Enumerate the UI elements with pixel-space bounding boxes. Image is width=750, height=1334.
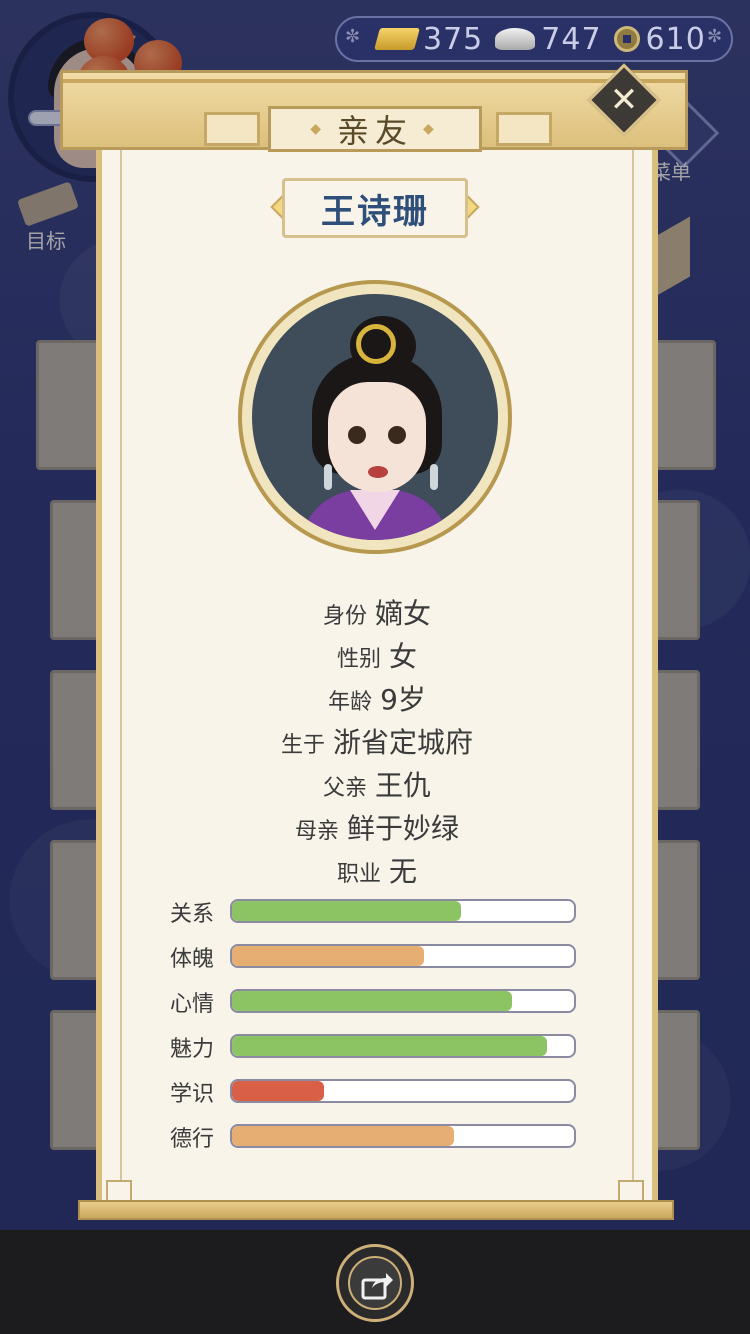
character-portrait: [238, 280, 512, 554]
info-identity: 身份 嫡女: [120, 592, 634, 632]
stat-virtue: 德行: [170, 1124, 580, 1152]
stat-mood: 心情: [170, 989, 580, 1017]
bamboo-icon: ✼: [345, 26, 362, 47]
portrait-background: [252, 294, 498, 540]
stat-physique: 体魄: [170, 944, 580, 972]
share-icon: [348, 1256, 402, 1310]
hairpin-icon: [356, 324, 396, 364]
dialog-title: ◆ 亲友 ◆: [268, 106, 482, 152]
dialog-title-text: 亲友: [336, 112, 413, 150]
gold-counter: 375: [374, 21, 484, 57]
info-key: 年龄: [328, 690, 373, 715]
title-ornament: ◆: [423, 121, 440, 137]
silver-counter: 747: [495, 22, 601, 57]
bamboo-icon: ✼: [707, 26, 724, 47]
silver-value: 747: [541, 21, 602, 57]
info-value: 女: [389, 640, 418, 673]
silver-ingot-icon: [495, 28, 536, 50]
info-key: 性别: [336, 647, 381, 672]
stat-label: 魅力: [170, 1037, 215, 1062]
portrait-eye: [388, 426, 406, 444]
info-birthplace: 生于 浙省定城府: [120, 721, 634, 761]
stat-relationship: 关系: [170, 899, 580, 927]
info-occupation: 职业无: [120, 850, 634, 890]
currency-bar: ✼ 375 747 610 ✼: [335, 16, 733, 62]
stat-fill: [232, 901, 462, 921]
info-gender: 性别女: [120, 635, 634, 675]
title-ornament: ◆: [310, 121, 327, 137]
stat-fill: [232, 1126, 455, 1146]
stat-fill: [232, 1036, 547, 1056]
info-value: 9岁: [380, 683, 426, 716]
stat-fill: [232, 946, 424, 966]
stat-label: 心情: [170, 992, 215, 1017]
info-key: 母亲: [294, 819, 339, 844]
info-key: 身份: [322, 604, 367, 629]
stat-label: 体魄: [170, 947, 215, 972]
info-value: 嫡女: [375, 597, 432, 630]
stat-knowledge: 学识: [170, 1079, 580, 1107]
info-mother: 母亲 鲜于妙绿: [120, 807, 634, 847]
info-key: 职业: [336, 862, 381, 887]
share-button[interactable]: [336, 1244, 414, 1322]
info-father: 父亲 王仇: [120, 764, 634, 804]
portrait-mouth: [368, 466, 388, 478]
info-key: 父亲: [322, 776, 367, 801]
copper-coin-icon: [613, 26, 640, 52]
stat-fill: [232, 1081, 325, 1101]
stat-label: 学识: [170, 1082, 215, 1107]
earring-icon: [324, 464, 332, 490]
info-value: 鲜于妙绿: [347, 812, 460, 845]
earring-icon: [430, 464, 438, 490]
coin-value: 610: [645, 21, 706, 57]
stat-bar: [230, 989, 576, 1013]
stat-bar: [230, 1034, 576, 1058]
stat-bar: [230, 1124, 576, 1148]
info-value: 浙省定城府: [333, 726, 474, 759]
stat-label: 德行: [170, 1127, 215, 1152]
gold-ingot-icon: [374, 28, 420, 50]
stat-bar: [230, 944, 576, 968]
info-value: 无: [389, 855, 418, 888]
close-icon[interactable]: ✕: [598, 74, 650, 126]
stat-fill: [232, 991, 513, 1011]
info-value: 王仇: [375, 769, 432, 802]
header-ornament: [496, 112, 552, 146]
coin-counter: 610: [613, 21, 706, 57]
stat-charm: 魅力: [170, 1034, 580, 1062]
scroll-footer: [78, 1200, 674, 1220]
character-name: 王诗珊: [282, 178, 468, 238]
stat-bar: [230, 899, 576, 923]
portrait-eye: [348, 426, 366, 444]
header-ornament: [204, 112, 260, 146]
stat-bar: [230, 1079, 576, 1103]
info-key: 生于: [280, 733, 325, 758]
info-age: 年龄 9岁: [120, 678, 634, 718]
gold-value: 375: [423, 21, 484, 57]
stat-label: 关系: [170, 902, 215, 927]
